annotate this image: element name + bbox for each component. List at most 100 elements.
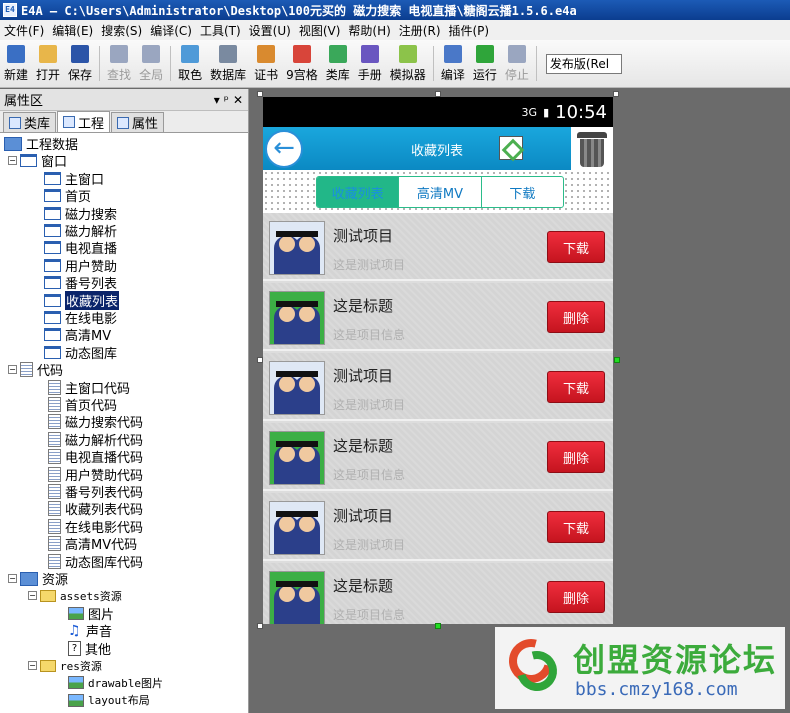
tree-item-code[interactable]: 动态图库代码 (48, 553, 143, 571)
toolbar-button[interactable]: 查找 (103, 40, 135, 87)
toolbar-separator (432, 46, 434, 81)
list-item[interactable]: 这是标题 这是项目信息 删除 (263, 423, 613, 491)
collapse-toggle-icon[interactable]: − (28, 661, 37, 670)
menu-item[interactable]: 设置(U) (245, 22, 295, 39)
tree-item-window[interactable]: 在线电影 (44, 309, 117, 327)
tree-item-drawable[interactable]: drawable图片 (68, 674, 163, 691)
tree-item-window[interactable]: 收藏列表 (44, 290, 120, 310)
list-item[interactable]: 测试项目 这是测试项目 下载 (263, 353, 613, 421)
tree-item-code[interactable]: 用户赞助代码 (48, 466, 144, 484)
tree-item-sounds[interactable]: ♫ 声音 (68, 622, 112, 641)
tree-item-other[interactable]: ? 其他 (68, 640, 111, 658)
resize-handle[interactable] (613, 91, 619, 97)
menu-item[interactable]: 视图(V) (295, 22, 345, 39)
tree-item-window[interactable]: 用户赞助 (44, 257, 117, 275)
menu-item[interactable]: 工具(T) (196, 22, 245, 39)
app-logo-icon[interactable] (499, 136, 523, 160)
list-item[interactable]: 测试项目 这是测试项目 下载 (263, 493, 613, 561)
menu-item[interactable]: 搜索(S) (97, 22, 146, 39)
item-action-button[interactable]: 删除 (547, 441, 605, 473)
toolbar-button[interactable]: 模拟器 (386, 40, 430, 87)
menu-item[interactable]: 编辑(E) (48, 22, 97, 39)
toolbar-button[interactable]: 保存 (64, 40, 96, 87)
tree-item-code[interactable]: 在线电影代码 (48, 518, 143, 536)
page-title: 收藏列表 (411, 144, 464, 159)
toolbar-button[interactable]: 新建 (0, 40, 32, 87)
tree-node-label: 用户赞助代码 (65, 468, 144, 484)
toolbar-button[interactable]: 手册 (354, 40, 386, 87)
menu-item[interactable]: 帮助(H) (344, 22, 394, 39)
collapse-toggle-icon[interactable]: − (8, 574, 17, 583)
resize-handle[interactable] (614, 357, 620, 363)
tree-item-images[interactable]: 图片 (68, 605, 114, 623)
tree-item-code[interactable]: 磁力解析代码 (48, 431, 143, 449)
tree-item-layout[interactable]: layout布局 (68, 692, 150, 709)
tree-item-code[interactable]: 收藏列表代码 (48, 500, 143, 518)
tree-item-code[interactable]: 电视直播代码 (48, 448, 143, 466)
tree-item-code[interactable]: 主窗口代码 (48, 379, 130, 397)
tab-hd-mv[interactable]: 高清MV (398, 177, 480, 207)
tab-properties[interactable]: 属性 (111, 112, 165, 132)
item-action-button[interactable]: 下载 (547, 371, 605, 403)
panel-dropdown-icon[interactable]: ▾ (214, 93, 220, 107)
list-item[interactable]: 这是标题 这是项目信息 删除 (263, 563, 613, 624)
resize-handle[interactable] (435, 623, 441, 629)
tree-item-window[interactable]: 首页 (44, 187, 91, 205)
collapse-toggle-icon[interactable]: − (8, 365, 17, 375)
resize-handle[interactable] (257, 357, 263, 363)
item-action-button[interactable]: 下载 (547, 511, 605, 543)
toolbar-button[interactable]: 取色 (174, 40, 206, 87)
tree-group-assets[interactable]: − assets资源 (28, 587, 122, 604)
collapse-toggle-icon[interactable]: − (8, 156, 17, 166)
tab-favorites[interactable]: 收藏列表 (317, 177, 399, 207)
tree-item-window[interactable]: 主窗口 (44, 170, 104, 188)
resize-handle[interactable] (435, 91, 441, 97)
list-item[interactable]: 测试项目 这是测试项目 下载 (263, 213, 613, 281)
item-action-button[interactable]: 删除 (547, 301, 605, 333)
tree-item-window[interactable]: 磁力解析 (44, 222, 117, 240)
toolbar-button[interactable]: 全局 (135, 40, 167, 87)
tree-item-window[interactable]: 高清MV (44, 326, 111, 344)
tree-item-window[interactable]: 动态图库 (44, 344, 117, 362)
back-arrow-icon[interactable]: ← (265, 129, 303, 168)
resize-handle[interactable] (257, 91, 263, 97)
toolbar-button[interactable]: 数据库 (206, 40, 250, 87)
panel-close-icon[interactable]: ✕ (233, 93, 243, 107)
toolbar-button[interactable]: 运行 (469, 40, 501, 87)
resize-handle[interactable] (257, 623, 263, 629)
toolbar-button[interactable]: 9宫格 (282, 40, 322, 87)
tree-item-code[interactable]: 番号列表代码 (48, 483, 143, 501)
tree-item-window[interactable]: 磁力搜索 (44, 205, 117, 223)
tree-group-resources[interactable]: − 资源 (8, 570, 68, 588)
item-action-button[interactable]: 下载 (547, 231, 605, 263)
build-mode-select[interactable]: 发布版(Rel (545, 53, 622, 74)
tree-group-windows[interactable]: − 窗口 (8, 152, 67, 170)
tree-item-window[interactable]: 电视直播 (44, 239, 117, 257)
menu-item[interactable]: 注册(R) (395, 22, 445, 39)
toolbar-button[interactable]: 打开 (32, 40, 64, 87)
toolbar-button[interactable]: 编译 (437, 40, 469, 87)
tree-item-code[interactable]: 首页代码 (48, 396, 117, 414)
toolbar-label: 保存 (68, 68, 93, 82)
tree-item-window[interactable]: 番号列表 (44, 274, 117, 292)
tree-group-code[interactable]: − 代码 (8, 361, 63, 379)
tree-root[interactable]: 工程数据 (4, 135, 78, 153)
toolbar-button[interactable]: 类库 (322, 40, 354, 87)
menu-item[interactable]: 编译(C) (146, 22, 196, 39)
item-action-button[interactable]: 删除 (547, 581, 605, 613)
menu-item[interactable]: 文件(F) (0, 22, 48, 39)
list-item[interactable]: 这是标题 这是项目信息 删除 (263, 283, 613, 351)
tree-item-code[interactable]: 磁力搜索代码 (48, 413, 143, 431)
toolbar-icon (7, 45, 25, 63)
toolbar-button[interactable]: 证书 (250, 40, 282, 87)
menu-item[interactable]: 插件(P) (445, 22, 494, 39)
collapse-toggle-icon[interactable]: − (28, 591, 37, 601)
tab-project[interactable]: 工程 (57, 111, 111, 132)
tab-library[interactable]: 类库 (3, 112, 57, 132)
panel-pin-icon[interactable]: ᵖ (224, 93, 229, 107)
tab-download[interactable]: 下载 (480, 177, 563, 207)
tree-item-code[interactable]: 高清MV代码 (48, 535, 137, 553)
trash-icon[interactable] (571, 127, 613, 170)
toolbar-button[interactable]: 停止 (501, 40, 533, 87)
tree-group-res[interactable]: − res资源 (28, 657, 102, 674)
